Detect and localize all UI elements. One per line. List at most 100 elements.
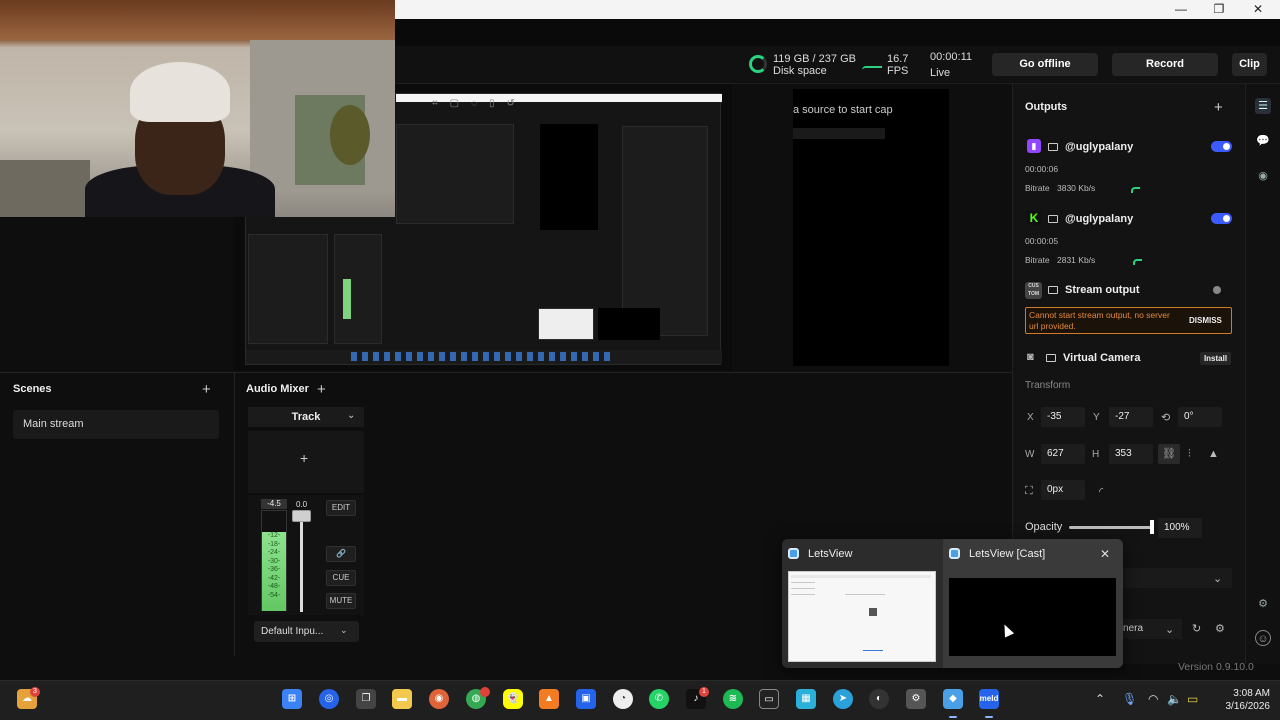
add-track-icon[interactable]: + [300,450,308,466]
properties-icon[interactable]: ☰ [1255,98,1271,114]
output-name: Stream output [1065,284,1140,296]
opacity-slider[interactable] [1069,526,1153,529]
add-scene-icon[interactable]: + [202,382,211,397]
webcam-person-hat [130,62,230,122]
border-field[interactable]: 0px [1041,480,1085,500]
refresh-icon[interactable]: ↻ [1192,622,1201,635]
output-toggle[interactable] [1211,141,1232,152]
messaging-icon[interactable]: ▣ [576,689,596,709]
mute-button[interactable]: MUTE [326,593,356,609]
edit-button[interactable]: EDIT [326,500,356,516]
webcam-shelf [0,160,90,217]
volume-muted-icon[interactable]: 🔈 [1167,692,1182,706]
aspect-lock-icon[interactable]: ⛓ [1158,444,1180,464]
meter-tick: -12- [267,532,281,539]
record-button[interactable]: Record [1112,53,1218,76]
tray-chevron-up-icon[interactable]: ⌃ [1095,692,1105,706]
vlc-icon[interactable]: ▲ [539,689,559,709]
search-icon[interactable]: ◎ [319,689,339,709]
corner-radius-icon[interactable]: ◜ [1099,485,1103,498]
start-icon[interactable]: ⊞ [282,689,302,709]
terminal-icon[interactable]: ▭ [759,689,779,709]
letsview-taskbar-icon[interactable]: ◆ [943,689,963,709]
letsview-thumbnail[interactable] [788,571,936,662]
volume-fader-track[interactable] [300,512,303,612]
y-field[interactable]: -27 [1109,407,1153,427]
letsview-icon [788,548,799,559]
file-explorer-icon[interactable]: ▬ [392,689,412,709]
task-view-icon[interactable]: ❐ [356,689,376,709]
clock-time: 3:08 AM [1233,688,1270,699]
cue-button[interactable]: CUE [326,570,356,586]
output-toggle[interactable] [1211,213,1232,224]
snapchat-icon[interactable]: 👻 [503,689,523,709]
settings-app-icon[interactable]: ⚙ [906,689,926,709]
dismiss-button[interactable]: DISMISS [1189,316,1222,325]
h-label: H [1092,449,1100,460]
close-icon[interactable]: ✕ [1100,547,1110,561]
chevron-down-icon: ⌄ [340,625,348,635]
photos-icon[interactable]: ▦ [796,689,816,709]
wifi-icon[interactable]: ◠ [1148,692,1158,706]
flip-horizontal-icon[interactable]: ⫶ [1188,448,1191,461]
add-audio-icon[interactable]: + [317,382,326,397]
thumb-line [791,575,931,578]
opacity-label: Opacity [1025,521,1063,533]
chrome-alt-icon[interactable]: ◔ [613,689,633,709]
battery-icon[interactable]: ▭ [1187,692,1198,706]
opacity-value[interactable]: 100% [1158,518,1202,538]
telegram-icon[interactable]: ➤ [833,689,853,709]
close-window-icon[interactable]: ✕ [1251,2,1265,16]
captured-preview [540,124,598,230]
whatsapp-icon[interactable]: ✆ [649,689,669,709]
go-offline-button[interactable]: Go offline [992,53,1098,76]
maximize-icon[interactable]: ❐ [1212,2,1226,16]
settings-icon[interactable]: ⚙ [1215,622,1225,635]
captured-outputs [622,126,708,336]
opacity-slider-handle[interactable] [1150,520,1154,534]
meter-ticks: -12- -18- -24- -30- -36- -42- -48- -54- [262,532,286,600]
active-indicator [985,716,993,718]
install-button[interactable]: Install [1200,352,1231,365]
minimize-icon[interactable]: — [1174,2,1188,16]
letsview-cast-thumbnail[interactable] [949,578,1116,656]
output-name: @uglypalany [1065,141,1134,153]
captured-mixer [334,234,382,344]
clip-button[interactable]: Clip [1232,53,1267,76]
chat-icon[interactable]: 💬 [1255,133,1271,149]
add-output-icon[interactable]: + [1214,100,1223,115]
captured-scenes [248,234,328,344]
taskbar-clock[interactable]: 3:08 AM 3/16/2026 [1218,687,1271,713]
webcam-feed [0,0,395,217]
rotation-field[interactable]: 0° [1178,407,1222,427]
brave-icon[interactable]: ◉ [429,689,449,709]
webcam-plant [330,105,370,165]
link-icon[interactable]: 🔗 [326,546,356,562]
thumb-line [791,588,815,589]
obs-icon[interactable]: ◐ [869,689,889,709]
output-name: @uglypalany [1065,213,1134,225]
popup-title: LetsView [Cast] [969,548,1046,560]
gear-icon[interactable]: ⚙ [1255,596,1271,612]
height-field[interactable]: 353 [1109,444,1153,464]
audio-mixer-title: Audio Mixer [246,383,309,395]
account-icon[interactable]: ☺ [1255,630,1271,646]
meld-icon[interactable]: meld [979,689,999,709]
disk-usage-ring-icon [749,55,767,73]
scene-item[interactable]: Main stream [13,410,219,439]
scenes-title: Scenes [13,383,52,395]
meter-tick: -24- [267,549,281,556]
thumb-line [845,594,885,595]
meter-tick: -36- [267,566,281,573]
kick-icon: K [1027,211,1041,225]
microphone-icon[interactable]: 🎙 [1122,692,1137,706]
flip-vertical-icon[interactable]: ▲ [1208,448,1219,460]
broadcast-icon[interactable]: ◉ [1255,168,1271,184]
captured-thumbnail-white [538,308,594,340]
volume-fader-handle[interactable] [292,510,311,522]
captured-panel [396,124,514,224]
spotify-icon[interactable]: ≋ [723,689,743,709]
x-label: X [1027,412,1034,423]
x-field[interactable]: -35 [1041,407,1085,427]
width-field[interactable]: 627 [1041,444,1085,464]
